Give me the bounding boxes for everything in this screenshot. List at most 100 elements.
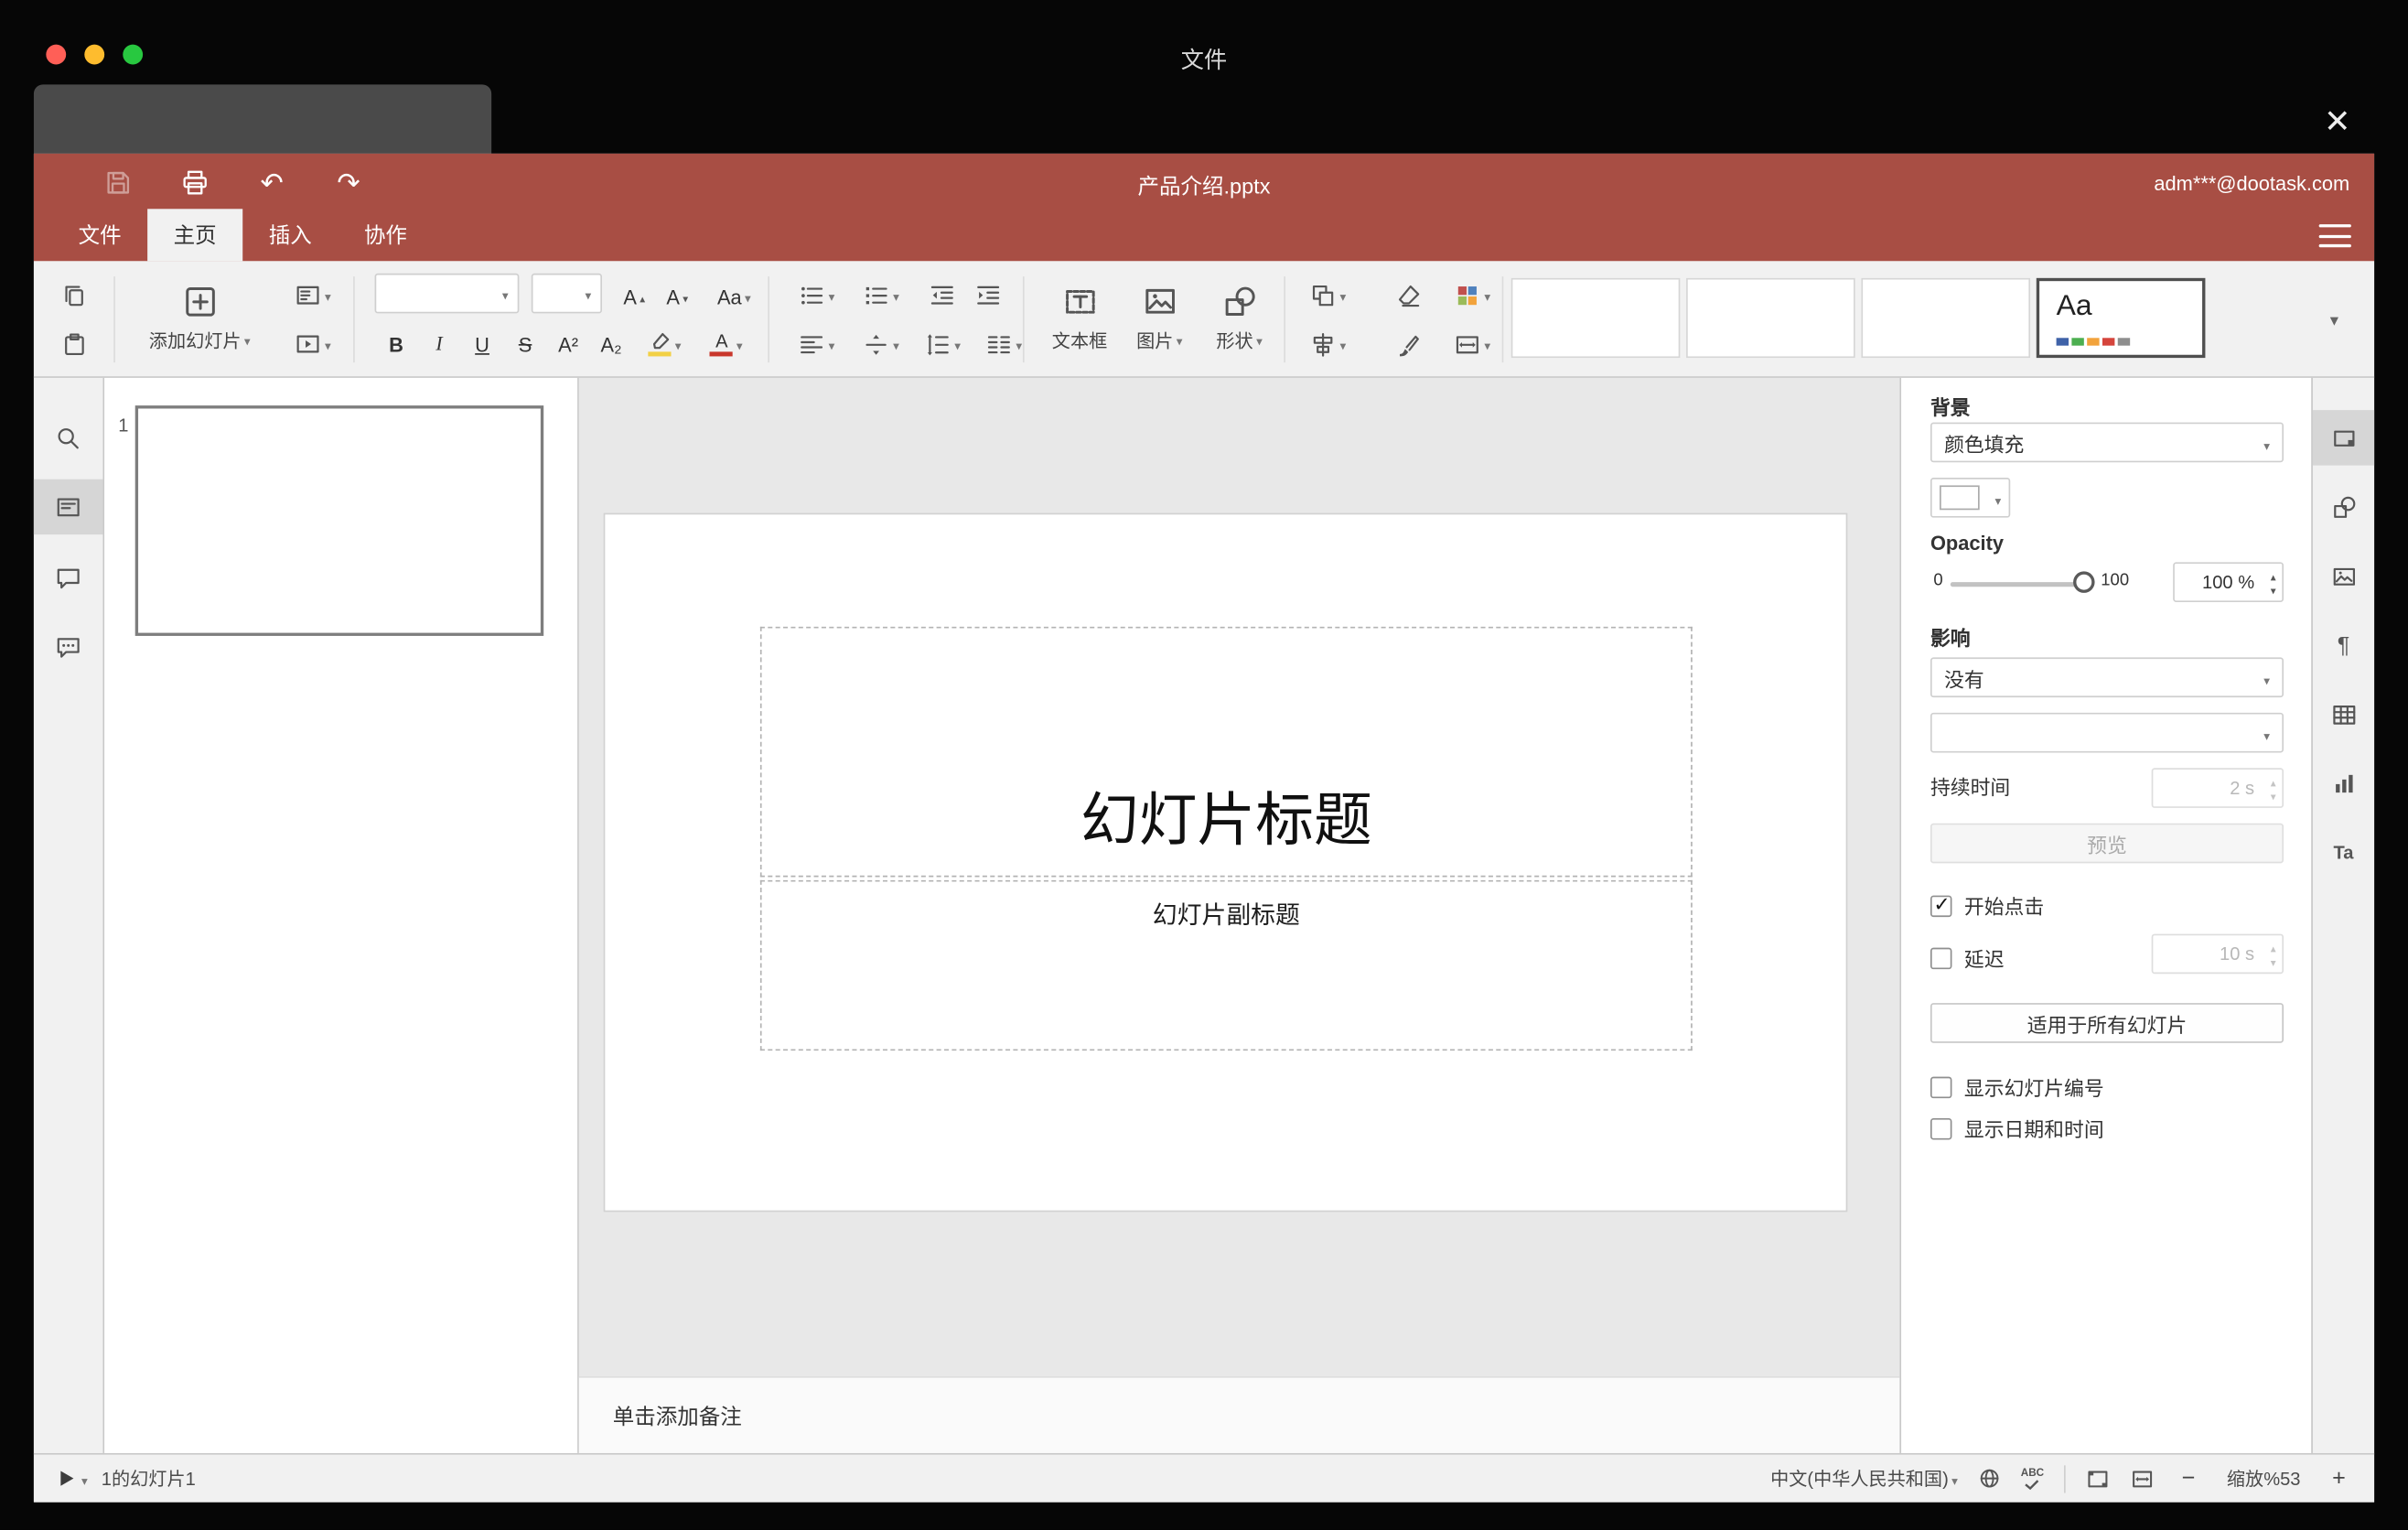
line-spacing-button[interactable] <box>912 322 973 365</box>
theme-gallery-expand-button[interactable] <box>2316 298 2352 341</box>
theme-tile-1[interactable] <box>1510 277 1681 359</box>
show-date-time-row[interactable]: 显示日期和时间 <box>1930 1114 2104 1143</box>
paste-button[interactable] <box>49 322 99 365</box>
opacity-input-field[interactable] <box>2174 564 2283 601</box>
change-case-button[interactable]: Aa <box>704 275 765 318</box>
columns-button[interactable] <box>973 322 1035 365</box>
menu-hamburger-icon[interactable] <box>2318 224 2351 248</box>
image-settings-button[interactable] <box>2313 548 2374 603</box>
tab-insert[interactable]: 插入 <box>242 209 338 261</box>
font-name-combobox[interactable] <box>374 273 520 314</box>
background-fill-select[interactable]: 颜色填充 <box>1930 422 2284 463</box>
slide-settings-button[interactable] <box>2312 410 2375 466</box>
font-color-button[interactable]: A <box>697 322 756 365</box>
italic-button[interactable]: I <box>418 322 461 365</box>
add-slide-button[interactable]: 添加幻灯片 <box>126 267 274 369</box>
decrease-indent-button[interactable] <box>921 274 962 317</box>
theme-tile-2[interactable] <box>1686 277 1855 359</box>
increase-indent-button[interactable] <box>967 274 1007 317</box>
bullets-button[interactable] <box>786 274 847 317</box>
start-slideshow-button[interactable] <box>279 322 347 365</box>
slide-subtitle-placeholder[interactable]: 幻灯片副标题 <box>759 879 1693 1051</box>
opacity-slider-track[interactable] <box>1950 582 2083 587</box>
slide-1[interactable]: 幻灯片标题 幻灯片副标题 <box>605 514 1846 1211</box>
opacity-slider-knob[interactable] <box>2073 571 2095 593</box>
show-slide-number-row[interactable]: 显示幻灯片编号 <box>1930 1072 2104 1102</box>
theme-tile-selected[interactable]: Aa <box>2036 277 2206 359</box>
overlay-close-button[interactable]: ✕ <box>2313 97 2362 146</box>
superscript-button[interactable]: A² <box>547 322 590 365</box>
tab-collaboration[interactable]: 协作 <box>338 209 433 261</box>
notes-input-area[interactable]: 单击添加备注 <box>578 1375 1900 1453</box>
fit-width-button[interactable] <box>2130 1466 2155 1491</box>
spellcheck-button[interactable]: ABC <box>2021 1468 2044 1490</box>
numbering-button[interactable] <box>851 274 912 317</box>
delay-input-field[interactable] <box>2153 935 2283 973</box>
spinner-up-icon[interactable] <box>2271 570 2276 584</box>
copy-icon <box>64 285 83 306</box>
zoom-out-button[interactable]: − <box>2175 1465 2202 1492</box>
show-slide-number-checkbox[interactable] <box>1930 1075 1952 1098</box>
apply-to-all-slides-button[interactable]: 适用于所有幻灯片 <box>1930 1003 2284 1043</box>
insert-shape-button[interactable]: 形状 <box>1201 267 1278 369</box>
slide-size-button[interactable] <box>1440 322 1504 365</box>
chat-panel-button[interactable] <box>34 619 103 673</box>
set-language-button[interactable] <box>1978 1467 2001 1490</box>
slide-layout-button[interactable] <box>279 274 347 317</box>
transition-variant-select[interactable] <box>1930 712 2284 753</box>
zoom-in-button[interactable]: + <box>2325 1465 2352 1492</box>
font-size-combobox[interactable] <box>531 273 602 314</box>
mac-titlebar: 文件 <box>0 0 2408 86</box>
fill-color-select[interactable] <box>1930 478 2011 518</box>
show-date-time-checkbox[interactable] <box>1930 1117 1952 1139</box>
bold-button[interactable]: B <box>375 322 418 365</box>
theme-tile-3[interactable] <box>1861 277 2031 359</box>
slides-panel-button[interactable] <box>33 479 103 535</box>
chart-settings-button[interactable] <box>2313 756 2374 811</box>
spinner-arrows[interactable] <box>2271 570 2276 598</box>
highlight-color-button[interactable] <box>636 322 694 365</box>
paragraph-settings-button[interactable]: ¶ <box>2313 618 2374 673</box>
delay-checkbox[interactable] <box>1930 946 1952 969</box>
decrease-font-size-button[interactable]: A <box>657 275 697 318</box>
slide-thumbnail-1[interactable] <box>134 405 544 636</box>
spinner-down-icon[interactable] <box>2271 584 2276 598</box>
horizontal-align-button[interactable] <box>786 322 847 365</box>
delay-checkbox-row[interactable]: 延迟 <box>1930 943 2005 973</box>
start-slideshow-status-button[interactable] <box>55 1467 87 1490</box>
chevron-down-icon <box>893 285 899 306</box>
fit-slide-button[interactable] <box>2085 1466 2110 1491</box>
textart-settings-button[interactable]: Ta <box>2313 824 2374 879</box>
start-on-click-checkbox[interactable] <box>1930 891 1952 917</box>
duration-input[interactable] <box>2151 768 2284 808</box>
insert-textbox-button[interactable]: 文本框 <box>1041 267 1118 369</box>
start-on-click-checkbox-row[interactable]: 开始点击 <box>1930 891 2044 921</box>
preview-button[interactable]: 预览 <box>1930 823 2284 864</box>
underline-button[interactable]: U <box>461 322 504 365</box>
textart-icon: Ta <box>2333 841 2354 864</box>
delay-input[interactable] <box>2151 933 2284 975</box>
table-settings-button[interactable] <box>2313 686 2374 741</box>
comments-panel-button[interactable] <box>34 550 103 605</box>
strikethrough-button[interactable]: S <box>504 322 547 365</box>
color-scheme-button[interactable] <box>1440 274 1504 317</box>
effect-section-label: 影响 <box>1930 626 1971 651</box>
insert-image-button[interactable]: 图片 <box>1121 267 1198 369</box>
slide-title-placeholder[interactable]: 幻灯片标题 <box>759 626 1693 878</box>
document-language-select[interactable]: 中文(中华人民共和国) <box>1770 1465 1958 1492</box>
tab-file[interactable]: 文件 <box>52 209 147 261</box>
subscript-button[interactable]: A₂ <box>590 322 633 365</box>
opacity-input[interactable] <box>2173 562 2284 602</box>
tab-home[interactable]: 主页 <box>147 209 243 262</box>
search-panel-button[interactable] <box>34 410 103 465</box>
duration-input-field[interactable] <box>2153 769 2283 807</box>
copy-style-button[interactable] <box>1385 322 1431 365</box>
copy-button[interactable] <box>49 274 99 317</box>
increase-font-size-button[interactable]: A <box>614 275 654 318</box>
vertical-align-button[interactable] <box>851 322 912 365</box>
transition-effect-select[interactable]: 没有 <box>1930 657 2284 698</box>
arrange-shape-button[interactable] <box>1296 274 1361 317</box>
clear-style-button[interactable] <box>1385 274 1431 317</box>
shape-settings-button[interactable] <box>2313 479 2374 534</box>
align-shape-button[interactable] <box>1296 322 1361 365</box>
